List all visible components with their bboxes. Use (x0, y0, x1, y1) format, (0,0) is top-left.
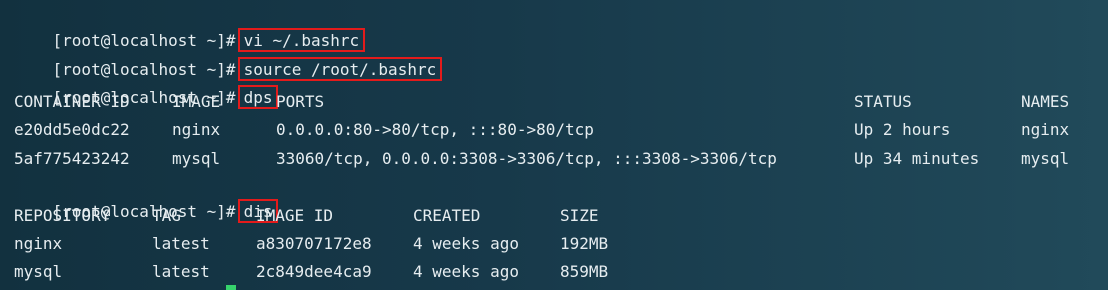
container-image: nginx (172, 120, 221, 139)
column-header: STATUS (854, 92, 912, 111)
container-image: mysql (172, 149, 221, 168)
container-id: 5af775423242 (14, 149, 130, 168)
highlighted-command: dps (237, 85, 279, 109)
column-header: CONTAINER ID (14, 92, 130, 111)
column-header: SIZE (560, 206, 599, 225)
column-header: CREATED (413, 206, 481, 225)
image-created: 4 weeks ago (413, 234, 519, 253)
column-header: REPOSITORY (14, 206, 111, 225)
image-size: 859MB (560, 262, 609, 281)
container-name: nginx (1021, 120, 1070, 139)
column-header: PORTS (276, 92, 325, 111)
container-status: Up 2 hours (854, 120, 951, 139)
command-line: [root@localhost ~]# dis (14, 175, 279, 223)
column-header: NAMES (1021, 92, 1070, 111)
command-line: [root@localhost ~]# vi ~/.bashrc (14, 4, 366, 52)
image-repository: nginx (14, 234, 63, 253)
container-ports: 33060/tcp, 0.0.0.0:3308->3306/tcp, :::33… (276, 149, 777, 168)
column-header: TAG (152, 206, 181, 225)
command-line: [root@localhost ~]# dps (14, 61, 279, 109)
container-name: mysql (1021, 149, 1070, 168)
column-header: IMAGE (172, 92, 221, 111)
image-id: a830707172e8 (256, 234, 372, 253)
container-ports: 0.0.0.0:80->80/tcp, :::80->80/tcp (276, 120, 594, 139)
container-status: Up 34 minutes (854, 149, 980, 168)
container-id: e20dd5e0dc22 (14, 120, 130, 139)
image-size: 192MB (560, 234, 609, 253)
image-repository: mysql (14, 262, 63, 281)
column-header: IMAGE ID (256, 206, 334, 225)
image-tag: latest (152, 234, 210, 253)
image-created: 4 weeks ago (413, 262, 519, 281)
terminal-cursor (226, 285, 236, 290)
command-line: [root@localhost ~]# source /root/.bashrc (14, 33, 443, 81)
image-tag: latest (152, 262, 210, 281)
image-id: 2c849dee4ca9 (256, 262, 372, 281)
terminal-window[interactable]: [root@localhost ~]# vi ~/.bashrc [root@lo… (0, 0, 1108, 290)
